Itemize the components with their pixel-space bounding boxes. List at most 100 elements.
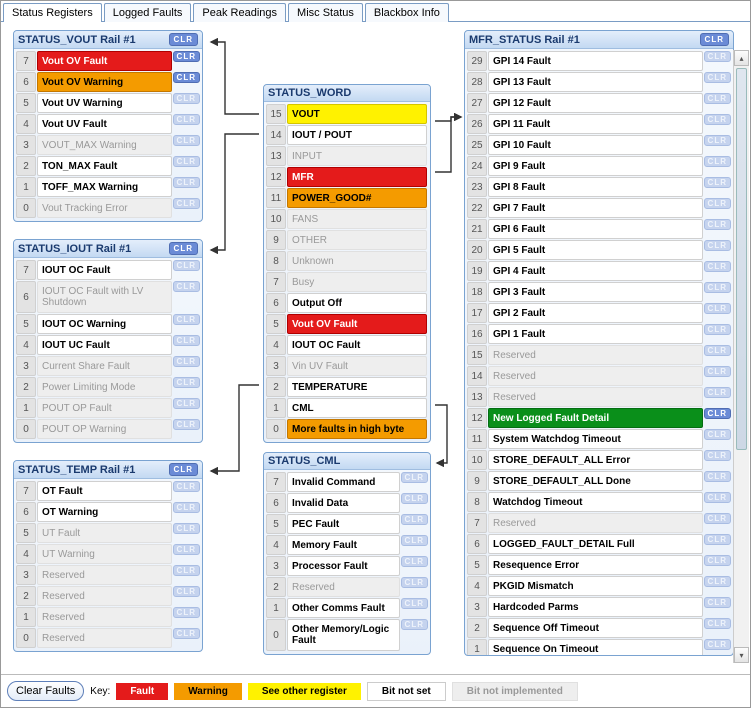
bit-clr-button[interactable]: CLR: [704, 345, 731, 356]
bit-clr-button[interactable]: CLR: [704, 198, 731, 209]
bit-clr-button[interactable]: CLR: [173, 398, 200, 409]
bit-clr-button[interactable]: CLR: [704, 324, 731, 335]
bit-label: Vout OV Warning: [37, 72, 172, 92]
bit-label: Vout Tracking Error: [37, 198, 172, 218]
bit-clr-button[interactable]: CLR: [173, 502, 200, 513]
bit-label: IOUT OC Fault with LV Shutdown: [37, 281, 172, 313]
panel-clr-button[interactable]: CLR: [700, 33, 729, 46]
bit-row: 1ReservedCLR: [16, 607, 200, 627]
bit-clr-button[interactable]: CLR: [401, 598, 428, 609]
bit-clr-button[interactable]: CLR: [173, 544, 200, 555]
bit-clr-button[interactable]: CLR: [173, 481, 200, 492]
scroll-down-button[interactable]: ▾: [734, 647, 749, 663]
bit-clr-button[interactable]: CLR: [704, 156, 731, 167]
bit-clr-button[interactable]: CLR: [704, 597, 731, 608]
bit-clr-button[interactable]: CLR: [704, 72, 731, 83]
bit-clr-button[interactable]: CLR: [401, 493, 428, 504]
bit-number: 23: [467, 177, 487, 197]
bit-clr-button[interactable]: CLR: [173, 51, 200, 62]
tab-status-registers[interactable]: Status Registers: [3, 3, 102, 22]
bit-clr-button[interactable]: CLR: [173, 419, 200, 430]
bit-label: UT Warning: [37, 544, 172, 564]
scroll-up-button[interactable]: ▴: [734, 50, 749, 66]
bit-clr-button[interactable]: CLR: [704, 114, 731, 125]
tab-logged-faults[interactable]: Logged Faults: [104, 3, 192, 22]
bit-clr-button[interactable]: CLR: [704, 534, 731, 545]
bit-clr-button[interactable]: CLR: [704, 240, 731, 251]
bit-clr-button[interactable]: CLR: [173, 586, 200, 597]
bit-clr-button[interactable]: CLR: [704, 471, 731, 482]
bit-row: 2ReservedCLR: [266, 577, 428, 597]
tab-blackbox-info[interactable]: Blackbox Info: [365, 3, 449, 22]
bit-clr-button[interactable]: CLR: [704, 618, 731, 629]
bit-clr-button[interactable]: CLR: [704, 408, 731, 419]
bit-clr-button[interactable]: CLR: [173, 281, 200, 292]
bit-clr-button[interactable]: CLR: [704, 51, 731, 62]
legend-warning: Warning: [174, 683, 242, 700]
bit-row: 2ReservedCLR: [16, 586, 200, 606]
scroll-thumb[interactable]: [736, 68, 747, 450]
bit-clr-button[interactable]: CLR: [173, 565, 200, 576]
bit-label: STORE_DEFAULT_ALL Done: [488, 471, 703, 491]
bit-clr-button[interactable]: CLR: [173, 114, 200, 125]
bit-row: 4Vout UV FaultCLR: [16, 114, 200, 134]
bit-row: 0ReservedCLR: [16, 628, 200, 648]
bit-clr-button[interactable]: CLR: [704, 513, 731, 524]
bit-clr-button[interactable]: CLR: [704, 135, 731, 146]
clear-faults-button[interactable]: Clear Faults: [7, 681, 84, 701]
bit-clr-button[interactable]: CLR: [173, 156, 200, 167]
bit-label: POUT OP Warning: [37, 419, 172, 439]
bit-clr-button[interactable]: CLR: [173, 523, 200, 534]
panel-clr-button[interactable]: CLR: [169, 33, 198, 46]
bit-clr-button[interactable]: CLR: [173, 335, 200, 346]
panel-title: STATUS_WORD: [268, 87, 351, 99]
bit-row: 0POUT OP WarningCLR: [16, 419, 200, 439]
bit-clr-button[interactable]: CLR: [704, 429, 731, 440]
bit-label: PEC Fault: [287, 514, 400, 534]
bit-clr-button[interactable]: CLR: [704, 219, 731, 230]
bit-row: 10FANS: [266, 209, 428, 229]
mfr-scrollbar[interactable]: ▴ ▾: [733, 50, 749, 663]
bit-clr-button[interactable]: CLR: [704, 555, 731, 566]
bit-clr-button[interactable]: CLR: [401, 514, 428, 525]
panel-clr-button[interactable]: CLR: [169, 242, 198, 255]
bit-clr-button[interactable]: CLR: [704, 303, 731, 314]
bit-row: 8Watchdog TimeoutCLR: [467, 492, 731, 512]
bit-clr-button[interactable]: CLR: [401, 619, 428, 630]
bit-clr-button[interactable]: CLR: [173, 198, 200, 209]
bit-clr-button[interactable]: CLR: [704, 576, 731, 587]
bit-clr-button[interactable]: CLR: [704, 282, 731, 293]
bit-clr-button[interactable]: CLR: [173, 260, 200, 271]
bit-clr-button[interactable]: CLR: [173, 72, 200, 83]
tab-peak-readings[interactable]: Peak Readings: [193, 3, 286, 22]
bit-clr-button[interactable]: CLR: [173, 628, 200, 639]
bit-clr-button[interactable]: CLR: [173, 314, 200, 325]
tab-misc-status[interactable]: Misc Status: [288, 3, 363, 22]
bit-clr-button[interactable]: CLR: [704, 366, 731, 377]
bit-number: 4: [266, 335, 286, 355]
panel-clr-button[interactable]: CLR: [169, 463, 198, 476]
bit-clr-button[interactable]: CLR: [704, 93, 731, 104]
bit-clr-button[interactable]: CLR: [173, 607, 200, 618]
bit-row: 4IOUT OC Fault: [266, 335, 428, 355]
bit-clr-button[interactable]: CLR: [704, 387, 731, 398]
bit-clr-button[interactable]: CLR: [401, 577, 428, 588]
bit-clr-button[interactable]: CLR: [704, 639, 731, 650]
bit-row: 9OTHER: [266, 230, 428, 250]
bit-clr-button[interactable]: CLR: [401, 472, 428, 483]
bit-clr-button[interactable]: CLR: [401, 556, 428, 567]
bit-clr-button[interactable]: CLR: [704, 492, 731, 503]
bit-clr-button[interactable]: CLR: [704, 177, 731, 188]
bit-clr-button[interactable]: CLR: [401, 535, 428, 546]
bit-row: 2Sequence Off TimeoutCLR: [467, 618, 731, 638]
bit-clr-button[interactable]: CLR: [173, 135, 200, 146]
bit-number: 16: [467, 324, 487, 344]
bit-number: 18: [467, 282, 487, 302]
bit-row: 14ReservedCLR: [467, 366, 731, 386]
bit-clr-button[interactable]: CLR: [704, 261, 731, 272]
bit-clr-button[interactable]: CLR: [173, 356, 200, 367]
bit-clr-button[interactable]: CLR: [173, 93, 200, 104]
bit-clr-button[interactable]: CLR: [173, 177, 200, 188]
bit-clr-button[interactable]: CLR: [704, 450, 731, 461]
bit-clr-button[interactable]: CLR: [173, 377, 200, 388]
